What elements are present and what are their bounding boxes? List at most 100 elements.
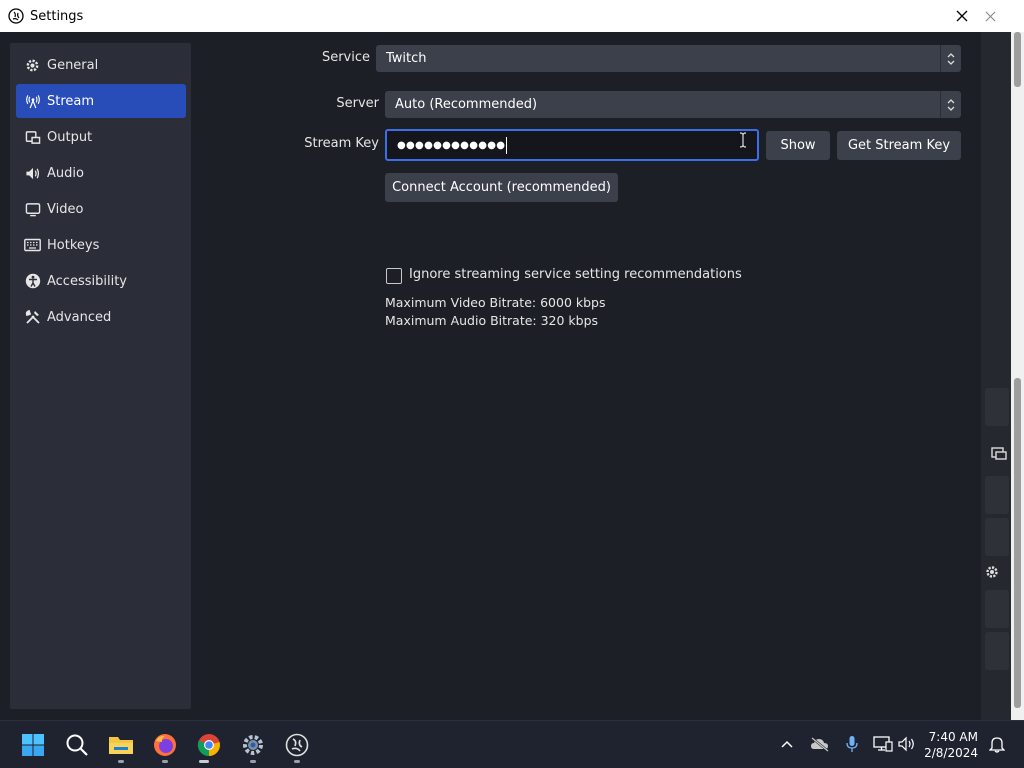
sidebar-item-label: Advanced (47, 309, 112, 325)
stream-key-value: ●●●●●●●●●●●● (397, 139, 506, 151)
updown-arrows-icon (940, 91, 961, 118)
search-icon (66, 734, 88, 756)
background-window (981, 0, 1024, 720)
scroll-thumb[interactable] (1014, 378, 1021, 708)
running-indicator (118, 760, 124, 763)
max-video-bitrate: Maximum Video Bitrate: 6000 kbps (385, 295, 606, 310)
background-tile (985, 388, 1009, 426)
sidebar-item-accessibility[interactable]: Accessibility (16, 264, 186, 298)
obs-icon (8, 8, 24, 24)
speaker-icon (24, 165, 41, 182)
stream-key-input[interactable]: ●●●●●●●●●●●● (385, 129, 759, 161)
window-title: Settings (30, 8, 84, 24)
gear-icon[interactable] (984, 564, 1000, 580)
scroll-thumb[interactable] (1014, 32, 1021, 87)
settings-icon (243, 735, 263, 755)
show-hidden-icons[interactable] (776, 733, 798, 755)
network-icon (873, 736, 893, 752)
obs-icon (285, 733, 309, 757)
gear-icon (24, 57, 41, 74)
sidebar-item-label: Accessibility (47, 273, 127, 289)
taskbar-file-explorer[interactable] (106, 730, 136, 760)
firefox-icon (154, 734, 176, 756)
ibeam-cursor-icon (739, 132, 747, 148)
window-icon[interactable] (991, 445, 1007, 461)
updown-arrows-icon (940, 45, 961, 72)
max-audio-bitrate: Maximum Audio Bitrate: 320 kbps (385, 313, 599, 328)
output-icon (24, 129, 41, 146)
sidebar-item-label: Stream (47, 93, 95, 109)
volume-tray[interactable] (897, 733, 919, 755)
background-close-button[interactable] (981, 4, 999, 28)
taskbar-firefox[interactable] (150, 730, 180, 760)
monitor-icon (24, 201, 41, 218)
running-indicator (250, 760, 256, 763)
file-explorer-icon (109, 737, 133, 754)
title-bar: Settings (0, 0, 981, 32)
keyboard-icon (24, 237, 41, 254)
sidebar-item-stream[interactable]: Stream (16, 84, 186, 118)
clock-time: 7:40 AM (928, 730, 978, 744)
microphone-icon (846, 736, 858, 752)
taskbar-obs[interactable] (282, 730, 312, 760)
sidebar-item-general[interactable]: General (16, 48, 186, 82)
close-icon (985, 11, 995, 21)
background-tile (985, 476, 1009, 514)
cloud-offline-icon (811, 737, 829, 752)
service-label: Service (321, 50, 370, 65)
speaker-icon (898, 736, 914, 752)
sidebar-item-label: Output (47, 129, 93, 145)
chrome-icon (197, 734, 220, 757)
tools-icon (24, 309, 41, 326)
server-label: Server (336, 96, 379, 111)
sidebar-item-advanced[interactable]: Advanced (16, 300, 186, 334)
sidebar-item-hotkeys[interactable]: Hotkeys (16, 228, 186, 262)
start-button[interactable] (18, 730, 48, 760)
running-indicator (199, 760, 209, 763)
running-indicator (294, 760, 300, 763)
close-button[interactable] (949, 4, 975, 28)
background-scrollbar[interactable] (1011, 32, 1024, 720)
background-tile (985, 632, 1009, 670)
taskbar: 7:40 AM 2/8/2024 (0, 720, 1024, 768)
running-indicator (162, 760, 168, 763)
network-tray[interactable] (872, 733, 894, 755)
windows-start-icon (22, 734, 44, 756)
get-stream-key-button[interactable]: Get Stream Key (837, 131, 961, 160)
server-value: Auto (Recommended) (395, 97, 538, 112)
bell-icon (989, 737, 1005, 753)
sidebar-item-output[interactable]: Output (16, 120, 186, 154)
close-icon (956, 10, 968, 22)
settings-sidebar: General Stream Output Audio Video Hotkey… (10, 43, 191, 709)
settings-body: General Stream Output Audio Video Hotkey… (0, 32, 981, 720)
chevron-up-icon (781, 740, 793, 748)
antenna-icon (24, 93, 41, 110)
sidebar-item-audio[interactable]: Audio (16, 156, 186, 190)
taskbar-clock[interactable]: 7:40 AM 2/8/2024 (924, 729, 978, 761)
taskbar-chrome[interactable] (194, 730, 224, 760)
ignore-recommendations-checkbox[interactable] (386, 268, 402, 284)
sidebar-item-video[interactable]: Video (16, 192, 186, 226)
microphone-tray[interactable] (841, 733, 863, 755)
sidebar-item-label: Audio (47, 165, 84, 181)
clock-date: 2/8/2024 (924, 746, 978, 760)
notifications-button[interactable] (986, 733, 1008, 755)
sidebar-item-label: Hotkeys (47, 237, 100, 253)
search-button[interactable] (62, 730, 92, 760)
service-value: Twitch (386, 51, 427, 66)
text-caret (506, 136, 508, 154)
service-dropdown[interactable]: Twitch (376, 45, 961, 72)
server-dropdown[interactable]: Auto (Recommended) (385, 91, 961, 118)
background-tile (985, 590, 1009, 628)
settings-window: Settings General Stream Output Audio Vid… (0, 0, 1024, 768)
accessibility-icon (24, 273, 41, 290)
sidebar-item-label: Video (47, 201, 84, 217)
sidebar-item-label: General (47, 57, 99, 73)
connect-account-button[interactable]: Connect Account (recommended) (385, 173, 618, 202)
taskbar-settings[interactable] (238, 730, 268, 760)
stream-key-label: Stream Key (304, 136, 379, 151)
onedrive-tray[interactable] (809, 733, 831, 755)
ignore-recommendations-label[interactable]: Ignore streaming service setting recomme… (409, 267, 742, 282)
show-button[interactable]: Show (766, 131, 830, 160)
background-tile (985, 518, 1009, 556)
